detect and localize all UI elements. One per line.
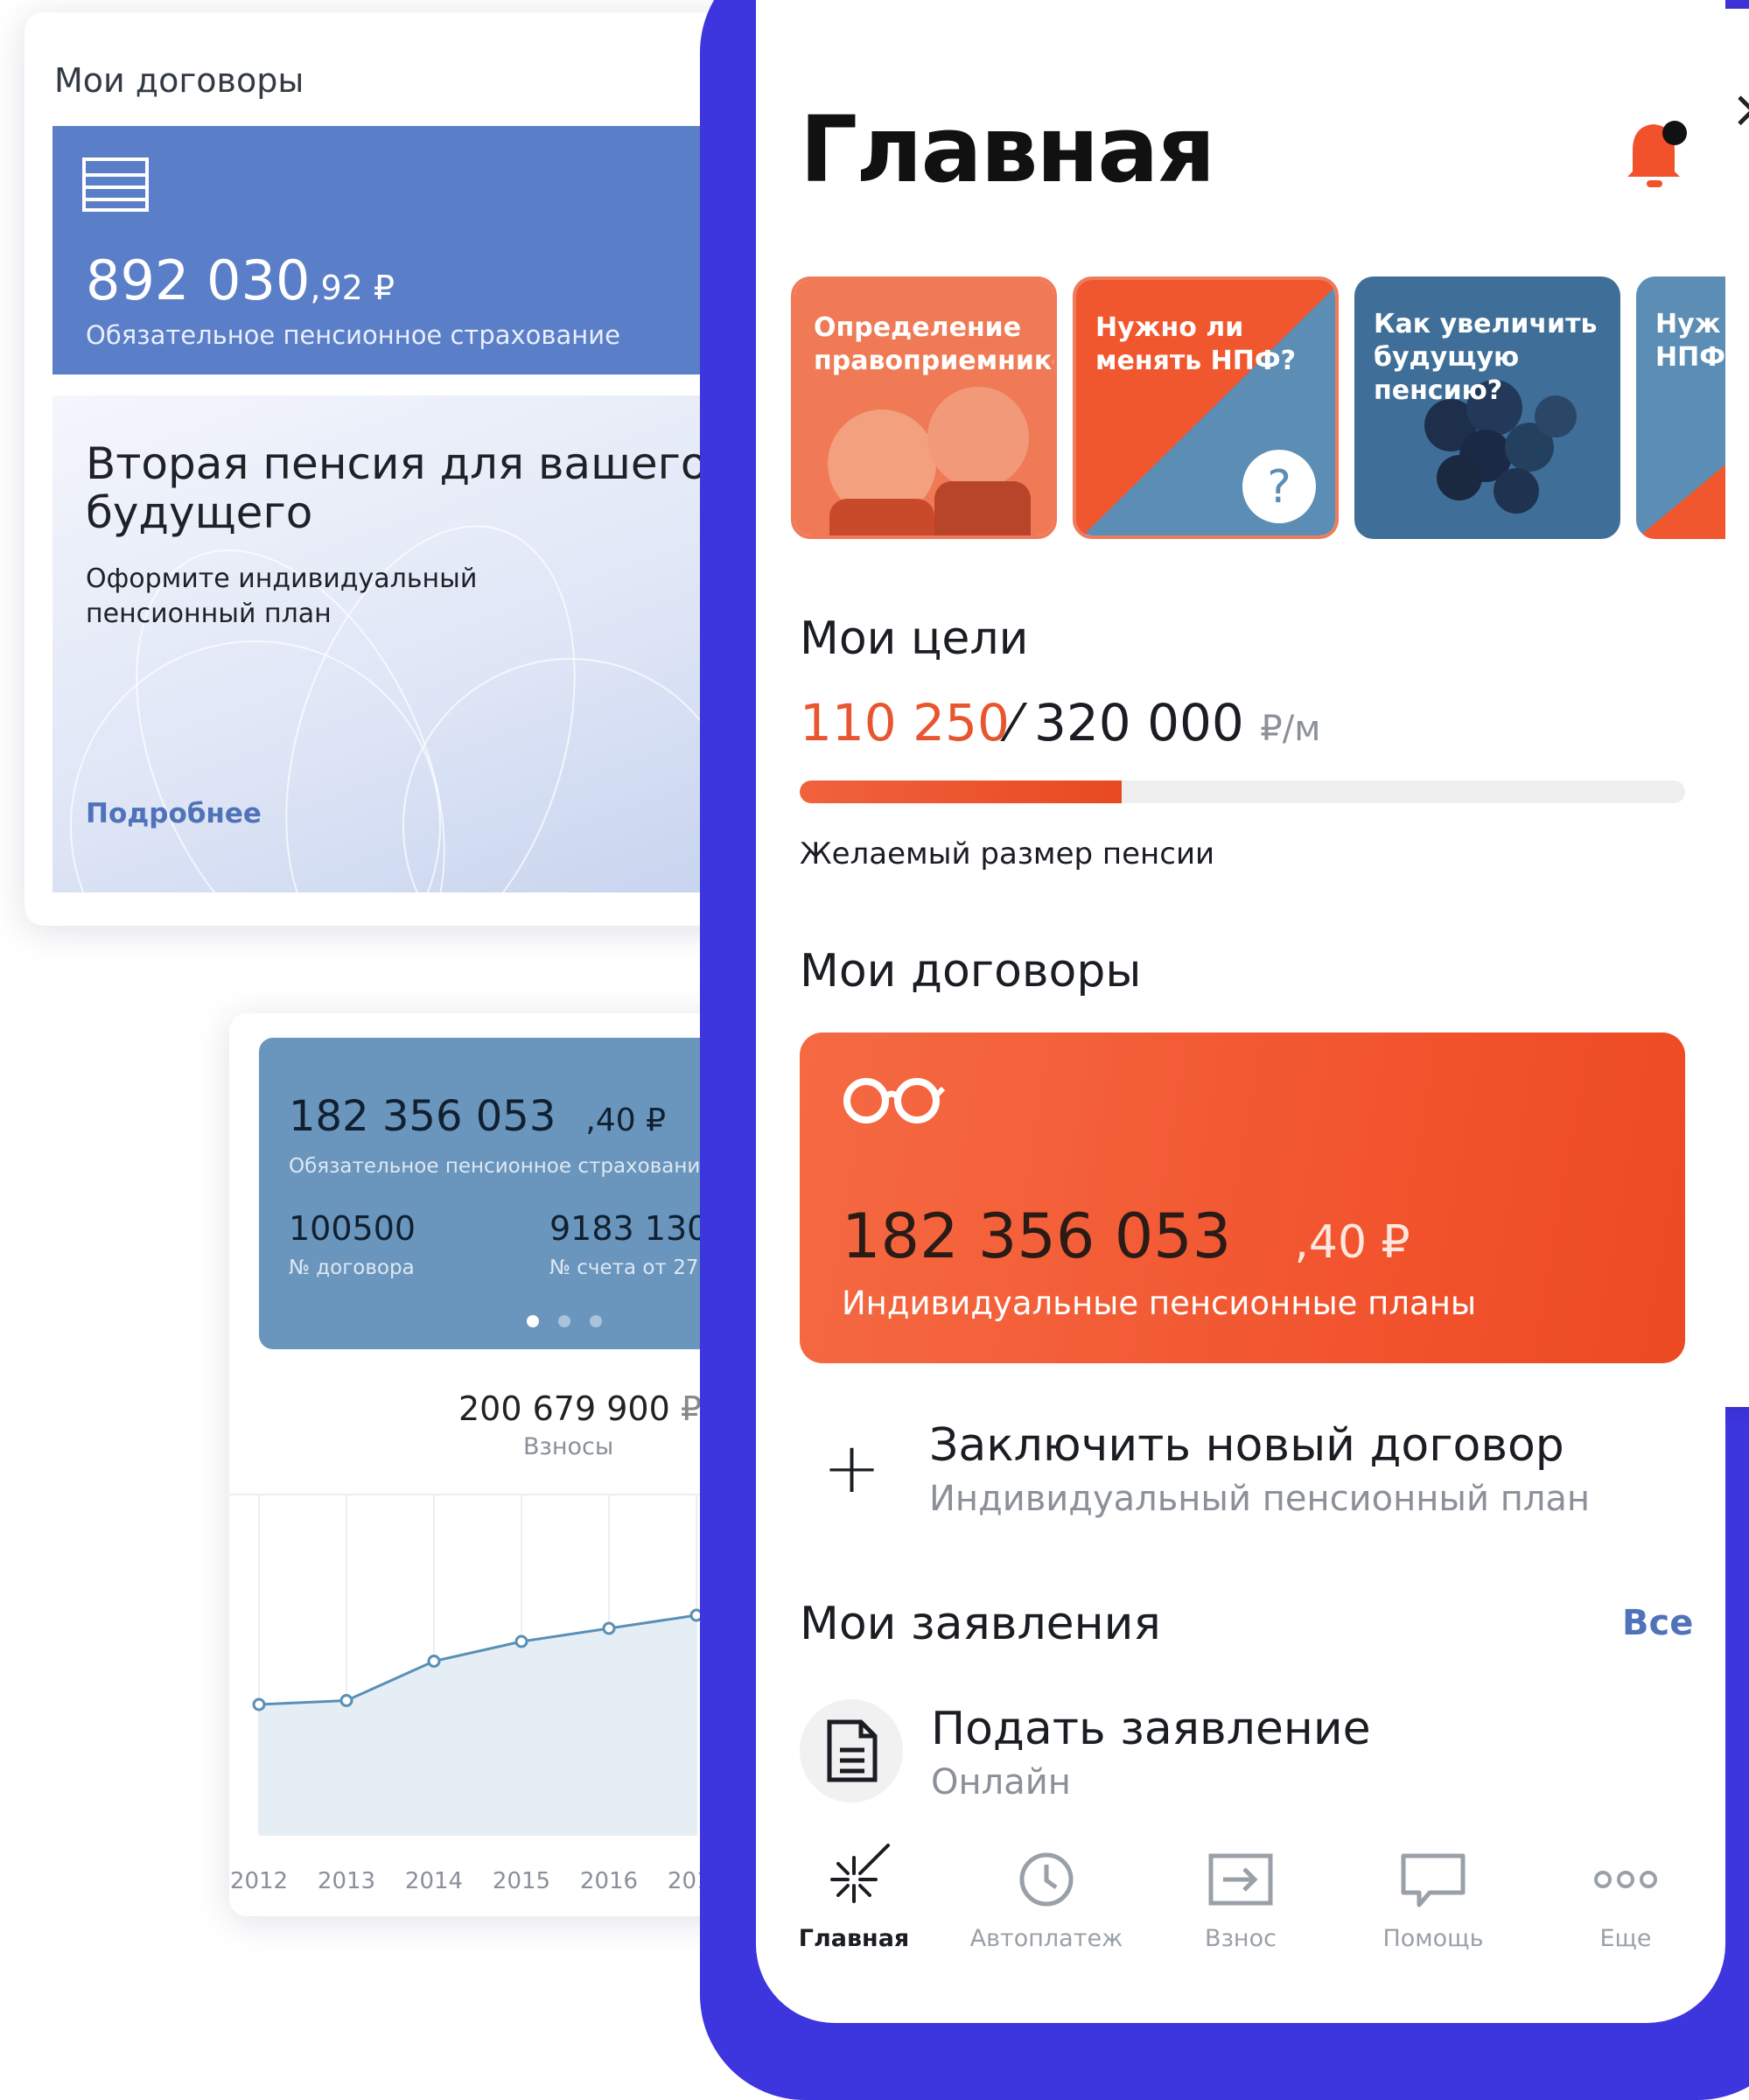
total-currency: ₽ <box>680 1390 703 1428</box>
new-contract-title: Заключить новый договор <box>929 1419 1564 1472</box>
tab-label: Взнос <box>1205 1925 1277 1952</box>
tab-label: Помощь <box>1382 1925 1484 1952</box>
applications-heading: Мои заявления <box>800 1598 1161 1650</box>
applications-all-link[interactable]: Все <box>1622 1603 1693 1643</box>
x-tick-label: 2013 <box>318 1868 375 1894</box>
list-icon <box>82 158 149 212</box>
goals-heading: Мои цели <box>800 612 1029 665</box>
account-number-label: № счета от 27. <box>549 1256 705 1279</box>
contributions-label: Взносы <box>523 1433 614 1460</box>
svg-text:?: ? <box>1267 461 1291 514</box>
x-tick-label: 2016 <box>580 1868 638 1894</box>
contracts-heading: Мои договоры <box>800 945 1142 998</box>
submit-application-subtitle: Онлайн <box>931 1762 1071 1802</box>
bottom-tab-bar: Главная Автоплатеж Взнос Помощь Еще <box>756 1838 1725 1969</box>
promo-banner[interactable]: Вторая пенсия для вашего будущего Оформи… <box>52 396 759 892</box>
data-point <box>252 1698 266 1712</box>
submit-application-button[interactable]: Подать заявление Онлайн <box>800 1699 1685 1813</box>
amount-cents: ,40 ₽ <box>585 1102 666 1138</box>
promo-subtitle: Оформите индивидуальный пенсионный план <box>86 564 478 629</box>
story-heirs[interactable]: Определение правоприемников <box>791 276 1057 539</box>
total-amount: 200 679 900 <box>458 1390 670 1428</box>
main-screen: Главная Определение правоприемников ? <box>756 0 1725 2023</box>
story-label: Как увеличить будущую пенсию? <box>1374 309 1598 406</box>
goal-progress-bar <box>800 780 1685 803</box>
new-contract-button[interactable]: + Заключить новый договор Индивидуальный… <box>800 1410 1685 1524</box>
story-increase-pension[interactable]: Как увеличить будущую пенсию? <box>1354 276 1620 539</box>
new-contract-subtitle: Индивидуальный пенсионный план <box>929 1479 1591 1519</box>
promo-more-link[interactable]: Подробнее <box>86 798 262 830</box>
promo-title: Вторая пенсия для вашего будущего <box>86 438 708 538</box>
pager-dots[interactable] <box>527 1314 621 1331</box>
ops-contract-tile[interactable]: 892 030,92 ₽ Обязательное пенсионное стр… <box>52 126 759 374</box>
amount-main: 182 356 053 <box>289 1092 556 1141</box>
deposit-icon <box>1208 1853 1273 1906</box>
clock-icon <box>1019 1852 1074 1907</box>
ops-amount-label: Обязательное пенсионное страхование <box>86 320 620 350</box>
tab-home[interactable]: Главная <box>775 1838 933 1952</box>
tab-label: Главная <box>798 1925 910 1952</box>
amount-cents: ,92 ₽ <box>310 269 395 307</box>
contract-amount: 182 356 053 ,40 ₽ <box>842 1200 1410 1272</box>
contributions-total: 200 679 900 ₽ <box>458 1390 702 1428</box>
page-title: Главная <box>800 96 1215 203</box>
contract-number: 100500 <box>289 1209 416 1248</box>
goal-unit: ₽/м <box>1260 709 1321 749</box>
card-title: Мои договоры <box>54 61 304 100</box>
data-point <box>514 1634 528 1648</box>
data-point <box>427 1655 441 1668</box>
contract-type-label: Обязательное пенсионное страхование <box>289 1155 713 1178</box>
tab-more[interactable]: Еще <box>1547 1838 1704 1952</box>
story-label: Нужно ли менять НПФ? <box>1095 312 1297 376</box>
goal-current: 110 250 <box>800 693 1010 752</box>
amount-main: 892 030 <box>86 248 311 312</box>
tab-label: Еще <box>1599 1925 1652 1952</box>
document-icon <box>800 1699 903 1802</box>
plus-icon: + <box>822 1427 882 1508</box>
sparkle-icon <box>830 1844 890 1903</box>
goal-progress-fill <box>800 780 1123 803</box>
story-label: Нуж НПФ <box>1655 309 1725 373</box>
ipp-contract-card[interactable]: 182 356 053 ,40 ₽ Индивидуальные пенсионн… <box>800 1032 1685 1363</box>
chat-icon <box>1401 1853 1466 1908</box>
area-fill <box>259 1615 696 1836</box>
stories-carousel[interactable]: Определение правоприемников ? Нужно ли м… <box>791 276 1725 548</box>
contract-number-label: № договора <box>289 1256 415 1279</box>
tab-autopay[interactable]: Автоплатеж <box>968 1838 1125 1952</box>
more-icon <box>1594 1871 1657 1888</box>
contract-type-label: Индивидуальные пенсионные планы <box>842 1284 1477 1322</box>
amount-cents: ,40 ₽ <box>1294 1216 1410 1269</box>
notification-bell-icon[interactable] <box>1626 116 1687 194</box>
tab-label: Автоплатеж <box>969 1925 1123 1952</box>
pager-dot <box>558 1315 570 1327</box>
pager-dot <box>527 1315 539 1327</box>
submit-application-title: Подать заявление <box>931 1703 1371 1755</box>
goal-label: Желаемый размер пенсии <box>800 836 1215 872</box>
pager-dot <box>590 1315 602 1327</box>
contracts-card-back: Мои договоры 892 030,92 ₽ Обязательное п… <box>24 12 759 926</box>
x-tick-label: 2015 <box>493 1868 550 1894</box>
goal-values: 110 250⁄ 320 000 ₽/м <box>800 693 1320 752</box>
amount-main: 182 356 053 <box>842 1200 1232 1272</box>
x-tick-label: 2014 <box>405 1868 463 1894</box>
contract-amount: 182 356 053 ,40 ₽ <box>289 1092 666 1141</box>
x-tick-label: 2012 <box>230 1868 288 1894</box>
story-change-npf[interactable]: ? Нужно ли менять НПФ? <box>1073 276 1339 539</box>
story-label: Определение правоприемников <box>814 312 1053 376</box>
tab-deposit[interactable]: Взнос <box>1162 1838 1319 1952</box>
data-point <box>602 1621 616 1635</box>
tab-help[interactable]: Помощь <box>1354 1838 1512 1952</box>
data-point <box>339 1694 353 1707</box>
glasses-icon <box>843 1078 945 1124</box>
slash-separator: ⁄ <box>1009 693 1034 752</box>
ops-amount: 892 030,92 ₽ <box>86 248 395 312</box>
goal-target: 320 000 <box>1033 693 1244 752</box>
close-icon[interactable]: × <box>1731 79 1749 140</box>
story-npf-peek[interactable]: Нуж НПФ <box>1636 276 1725 539</box>
